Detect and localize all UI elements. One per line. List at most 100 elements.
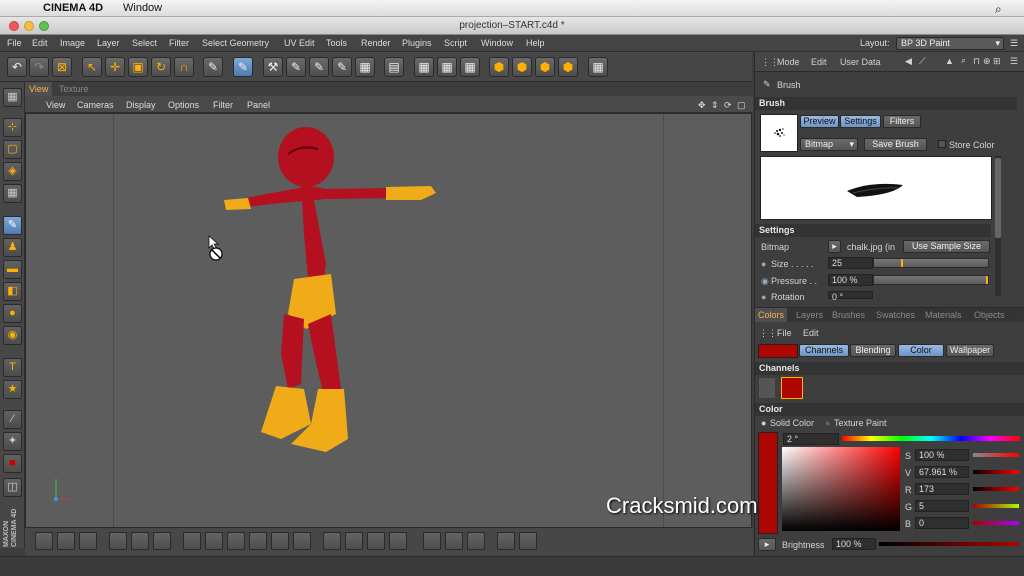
vp-menu-view[interactable]: View bbox=[46, 100, 65, 110]
tab-color[interactable]: Color bbox=[898, 344, 944, 357]
size-slider[interactable] bbox=[873, 258, 989, 268]
paint-tool-4-icon[interactable]: ✎ bbox=[332, 57, 352, 77]
minimize-window-button[interactable] bbox=[24, 21, 34, 31]
zoom-view-icon[interactable]: ⇕ bbox=[711, 100, 719, 111]
bottom-tool-11-icon[interactable] bbox=[271, 532, 289, 550]
close-window-button[interactable] bbox=[9, 21, 19, 31]
tab-preview[interactable]: Preview bbox=[800, 115, 839, 128]
v-slider[interactable] bbox=[973, 470, 1019, 474]
menu-select[interactable]: Select bbox=[132, 38, 157, 48]
lock-icon[interactable]: ⊓ bbox=[973, 56, 980, 67]
smear-icon[interactable]: ● bbox=[3, 304, 22, 323]
brush-icon[interactable]: ✎ bbox=[3, 216, 22, 235]
paint-tool-2-icon[interactable]: ✎ bbox=[286, 57, 306, 77]
bitmap-arrow-button[interactable]: ▸ bbox=[828, 240, 841, 253]
rotate-view-icon[interactable]: ⟳ bbox=[724, 100, 732, 111]
character-model[interactable] bbox=[26, 114, 752, 528]
size-radio-icon[interactable]: ● bbox=[761, 259, 766, 269]
paint-3d-icon[interactable]: ✎ bbox=[233, 57, 253, 77]
bottom-tool-17-icon[interactable] bbox=[423, 532, 441, 550]
r-input[interactable]: 173 bbox=[915, 483, 969, 495]
menu-help[interactable]: Help bbox=[526, 38, 545, 48]
select-tool-icon[interactable]: ⊠ bbox=[52, 57, 72, 77]
colors-menu-file[interactable]: File bbox=[777, 328, 792, 338]
menu-filter[interactable]: Filter bbox=[169, 38, 189, 48]
checker-icon[interactable]: ▦ bbox=[355, 57, 375, 77]
bottom-tool-9-icon[interactable] bbox=[227, 532, 245, 550]
clone-icon[interactable]: ♟ bbox=[3, 238, 22, 257]
forward-arrow-icon[interactable]: ⟋ bbox=[919, 56, 925, 67]
bottom-tool-7-icon[interactable] bbox=[183, 532, 201, 550]
panel-menu-icon[interactable]: ☰ bbox=[1010, 38, 1018, 49]
pressure-slider[interactable] bbox=[873, 275, 989, 285]
tab-materials[interactable]: Materials bbox=[922, 308, 966, 322]
new-panel-icon[interactable]: ⊞ bbox=[993, 56, 1001, 67]
menu-image[interactable]: Image bbox=[60, 38, 85, 48]
bottom-tool-1-icon[interactable] bbox=[35, 532, 53, 550]
current-color-swatch[interactable] bbox=[758, 344, 798, 358]
solid-color-radio[interactable]: ● bbox=[761, 418, 766, 428]
mode-icon[interactable]: ▦ bbox=[3, 88, 22, 107]
brightness-input[interactable]: 100 % bbox=[832, 538, 876, 550]
scale-tool-icon[interactable]: ▣ bbox=[128, 57, 148, 77]
text-tool-icon[interactable]: T bbox=[3, 358, 22, 377]
cube-4-icon[interactable]: ⬢ bbox=[558, 57, 578, 77]
vp-menu-filter[interactable]: Filter bbox=[213, 100, 233, 110]
up-arrow-icon[interactable]: ▲ bbox=[945, 56, 954, 66]
color-swatch-icon[interactable]: ■ bbox=[3, 454, 22, 473]
attr-menu-edit[interactable]: Edit bbox=[811, 57, 827, 67]
panel-menu-icon[interactable]: ☰ bbox=[1010, 56, 1018, 67]
tab-texture[interactable]: Texture bbox=[55, 82, 93, 96]
vp-menu-options[interactable]: Options bbox=[168, 100, 199, 110]
search-icon[interactable]: ⌕ bbox=[961, 55, 966, 66]
menu-render[interactable]: Render bbox=[361, 38, 391, 48]
channel-color-swatch[interactable] bbox=[781, 377, 803, 399]
brush-preview-thumbnail[interactable] bbox=[760, 114, 798, 152]
tab-settings[interactable]: Settings bbox=[840, 115, 881, 128]
bottom-tool-15-icon[interactable] bbox=[367, 532, 385, 550]
s-input[interactable]: 100 % bbox=[915, 449, 969, 461]
saturation-value-picker[interactable] bbox=[782, 447, 900, 531]
tab-colors[interactable]: Colors bbox=[755, 308, 789, 322]
bottom-tool-10-icon[interactable] bbox=[249, 532, 267, 550]
hue-input[interactable]: 2 ° bbox=[783, 433, 839, 445]
cube-3-icon[interactable]: ⬢ bbox=[535, 57, 555, 77]
dodge-icon[interactable]: ◉ bbox=[3, 326, 22, 345]
magnet-icon[interactable]: ∩ bbox=[174, 57, 194, 77]
rotation-input[interactable]: 0 ° bbox=[828, 291, 873, 302]
bottom-tool-21-icon[interactable] bbox=[519, 532, 537, 550]
bottom-tool-5-icon[interactable] bbox=[131, 532, 149, 550]
eraser-icon[interactable]: ▬ bbox=[3, 260, 22, 279]
edges-mode-icon[interactable]: ▢ bbox=[3, 140, 22, 159]
tab-wallpaper[interactable]: Wallpaper bbox=[946, 344, 994, 357]
texture-view-icon[interactable]: ▦ bbox=[588, 57, 608, 77]
pin-icon[interactable]: ⊕ bbox=[983, 56, 991, 67]
texture-paint-radio[interactable]: ● bbox=[825, 418, 830, 428]
tab-blending[interactable]: Blending bbox=[850, 344, 896, 357]
menu-file[interactable]: File bbox=[7, 38, 22, 48]
maximize-view-icon[interactable]: ▢ bbox=[737, 100, 746, 111]
s-slider[interactable] bbox=[973, 453, 1019, 457]
bottom-tool-2-icon[interactable] bbox=[57, 532, 75, 550]
store-color-checkbox[interactable] bbox=[938, 140, 946, 148]
size-input[interactable]: 25 bbox=[828, 257, 873, 269]
vp-menu-cameras[interactable]: Cameras bbox=[77, 100, 114, 110]
hue-slider[interactable] bbox=[842, 436, 1020, 441]
render-view-icon[interactable]: ▦ bbox=[414, 57, 434, 77]
quick-mask-icon[interactable]: ◫ bbox=[3, 478, 22, 497]
layout-select[interactable]: BP 3D Paint ▾ bbox=[896, 37, 1004, 50]
menu-tools[interactable]: Tools bbox=[326, 38, 347, 48]
render-region-icon[interactable]: ▦ bbox=[437, 57, 457, 77]
paint-setup-icon[interactable]: ⚒ bbox=[263, 57, 283, 77]
tab-brushes[interactable]: Brushes bbox=[829, 308, 870, 322]
bottom-tool-20-icon[interactable] bbox=[497, 532, 515, 550]
save-brush-button[interactable]: Save Brush bbox=[864, 138, 927, 151]
search-icon[interactable]: ⌕ bbox=[995, 2, 1002, 17]
back-arrow-icon[interactable]: ◀ bbox=[905, 56, 912, 67]
menu-select-geometry[interactable]: Select Geometry bbox=[202, 38, 269, 48]
rotation-radio-icon[interactable]: ● bbox=[761, 292, 766, 302]
r-slider[interactable] bbox=[973, 487, 1019, 491]
window-menu[interactable]: Window bbox=[123, 2, 162, 14]
projection-icon[interactable]: ✎ bbox=[203, 57, 223, 77]
paint-tool-3-icon[interactable]: ✎ bbox=[309, 57, 329, 77]
